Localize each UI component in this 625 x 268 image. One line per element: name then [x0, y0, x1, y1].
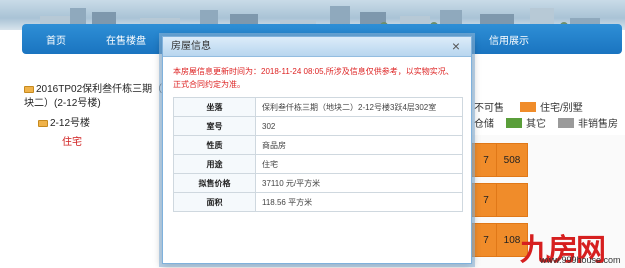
legend-nonsale-label: 非销售房: [578, 119, 618, 130]
table-row: 性质 商品房: [173, 135, 463, 155]
dialog-title: 房屋信息: [171, 41, 211, 52]
legend-row-2: 仓储 其它 非销售房: [474, 115, 618, 130]
tree-root-node[interactable]: 2016TP02保利叁仟栋三期（地块二）(2-12号楼): [24, 83, 174, 111]
row-key: 室号: [173, 116, 256, 136]
legend-other-label: 其它: [526, 119, 546, 130]
row-key: 面积: [173, 192, 256, 212]
row-key: 性质: [173, 135, 256, 155]
tree-child-label: 2-12号楼: [50, 118, 91, 129]
legend-row-1: 不可售 住宅/别墅: [474, 99, 583, 114]
nav-credit[interactable]: 信用展示: [472, 32, 546, 47]
legend-residential-swatch: [520, 101, 536, 112]
row-key: 用途: [173, 154, 256, 174]
tree-leaf-node[interactable]: 住宅: [62, 133, 82, 148]
close-icon[interactable]: ×: [449, 39, 463, 53]
folder-icon: [24, 86, 34, 93]
table-row: 拟售价格 37110 元/平方米: [173, 173, 463, 193]
nav-home[interactable]: 首页: [22, 32, 90, 47]
row-value: 住宅: [255, 154, 463, 174]
house-info-dialog: 房屋信息 × 本房屋信息更新时间为：2018-11-24 08:05,所涉及信息…: [162, 36, 472, 264]
table-row: 室号 302: [173, 116, 463, 136]
tree-root-label: 2016TP02保利叁仟栋三期（地块二）(2-12号楼): [24, 84, 173, 109]
dialog-titlebar[interactable]: 房屋信息 ×: [163, 37, 471, 57]
row-key: 拟售价格: [173, 173, 256, 193]
tree-child-node[interactable]: 2-12号楼: [38, 114, 90, 129]
unit-cell[interactable]: [496, 183, 528, 217]
table-row: 面积 118.56 平方米: [173, 192, 463, 212]
update-notice: 本房屋信息更新时间为：2018-11-24 08:05,所涉及信息仅供参考，以实…: [173, 67, 454, 89]
nav-on-sale[interactable]: 在售楼盘: [90, 32, 162, 47]
row-value: 302: [255, 116, 463, 136]
legend-unsellable-label: 不可售: [474, 103, 504, 114]
row-value: 118.56 平方米: [255, 192, 463, 212]
watermark-url: www.999house.com: [540, 255, 621, 265]
info-table: 坐落 保利叁仟栋三期（地块二）2-12号楼3跃4层302室 室号 302 性质 …: [173, 97, 463, 212]
legend-storage-label: 仓储: [474, 119, 494, 130]
legend-nonsale-swatch: [558, 117, 574, 128]
unit-cell[interactable]: 508: [496, 143, 528, 177]
row-value: 商品房: [255, 135, 463, 155]
table-row: 用途 住宅: [173, 154, 463, 174]
row-value: 保利叁仟栋三期（地块二）2-12号楼3跃4层302室: [255, 97, 463, 117]
legend-other-swatch: [506, 117, 522, 128]
legend-residential-label: 住宅/别墅: [540, 103, 583, 114]
folder-icon: [38, 120, 48, 127]
row-value: 37110 元/平方米: [255, 173, 463, 193]
table-row: 坐落 保利叁仟栋三期（地块二）2-12号楼3跃4层302室: [173, 97, 463, 117]
row-key: 坐落: [173, 97, 256, 117]
